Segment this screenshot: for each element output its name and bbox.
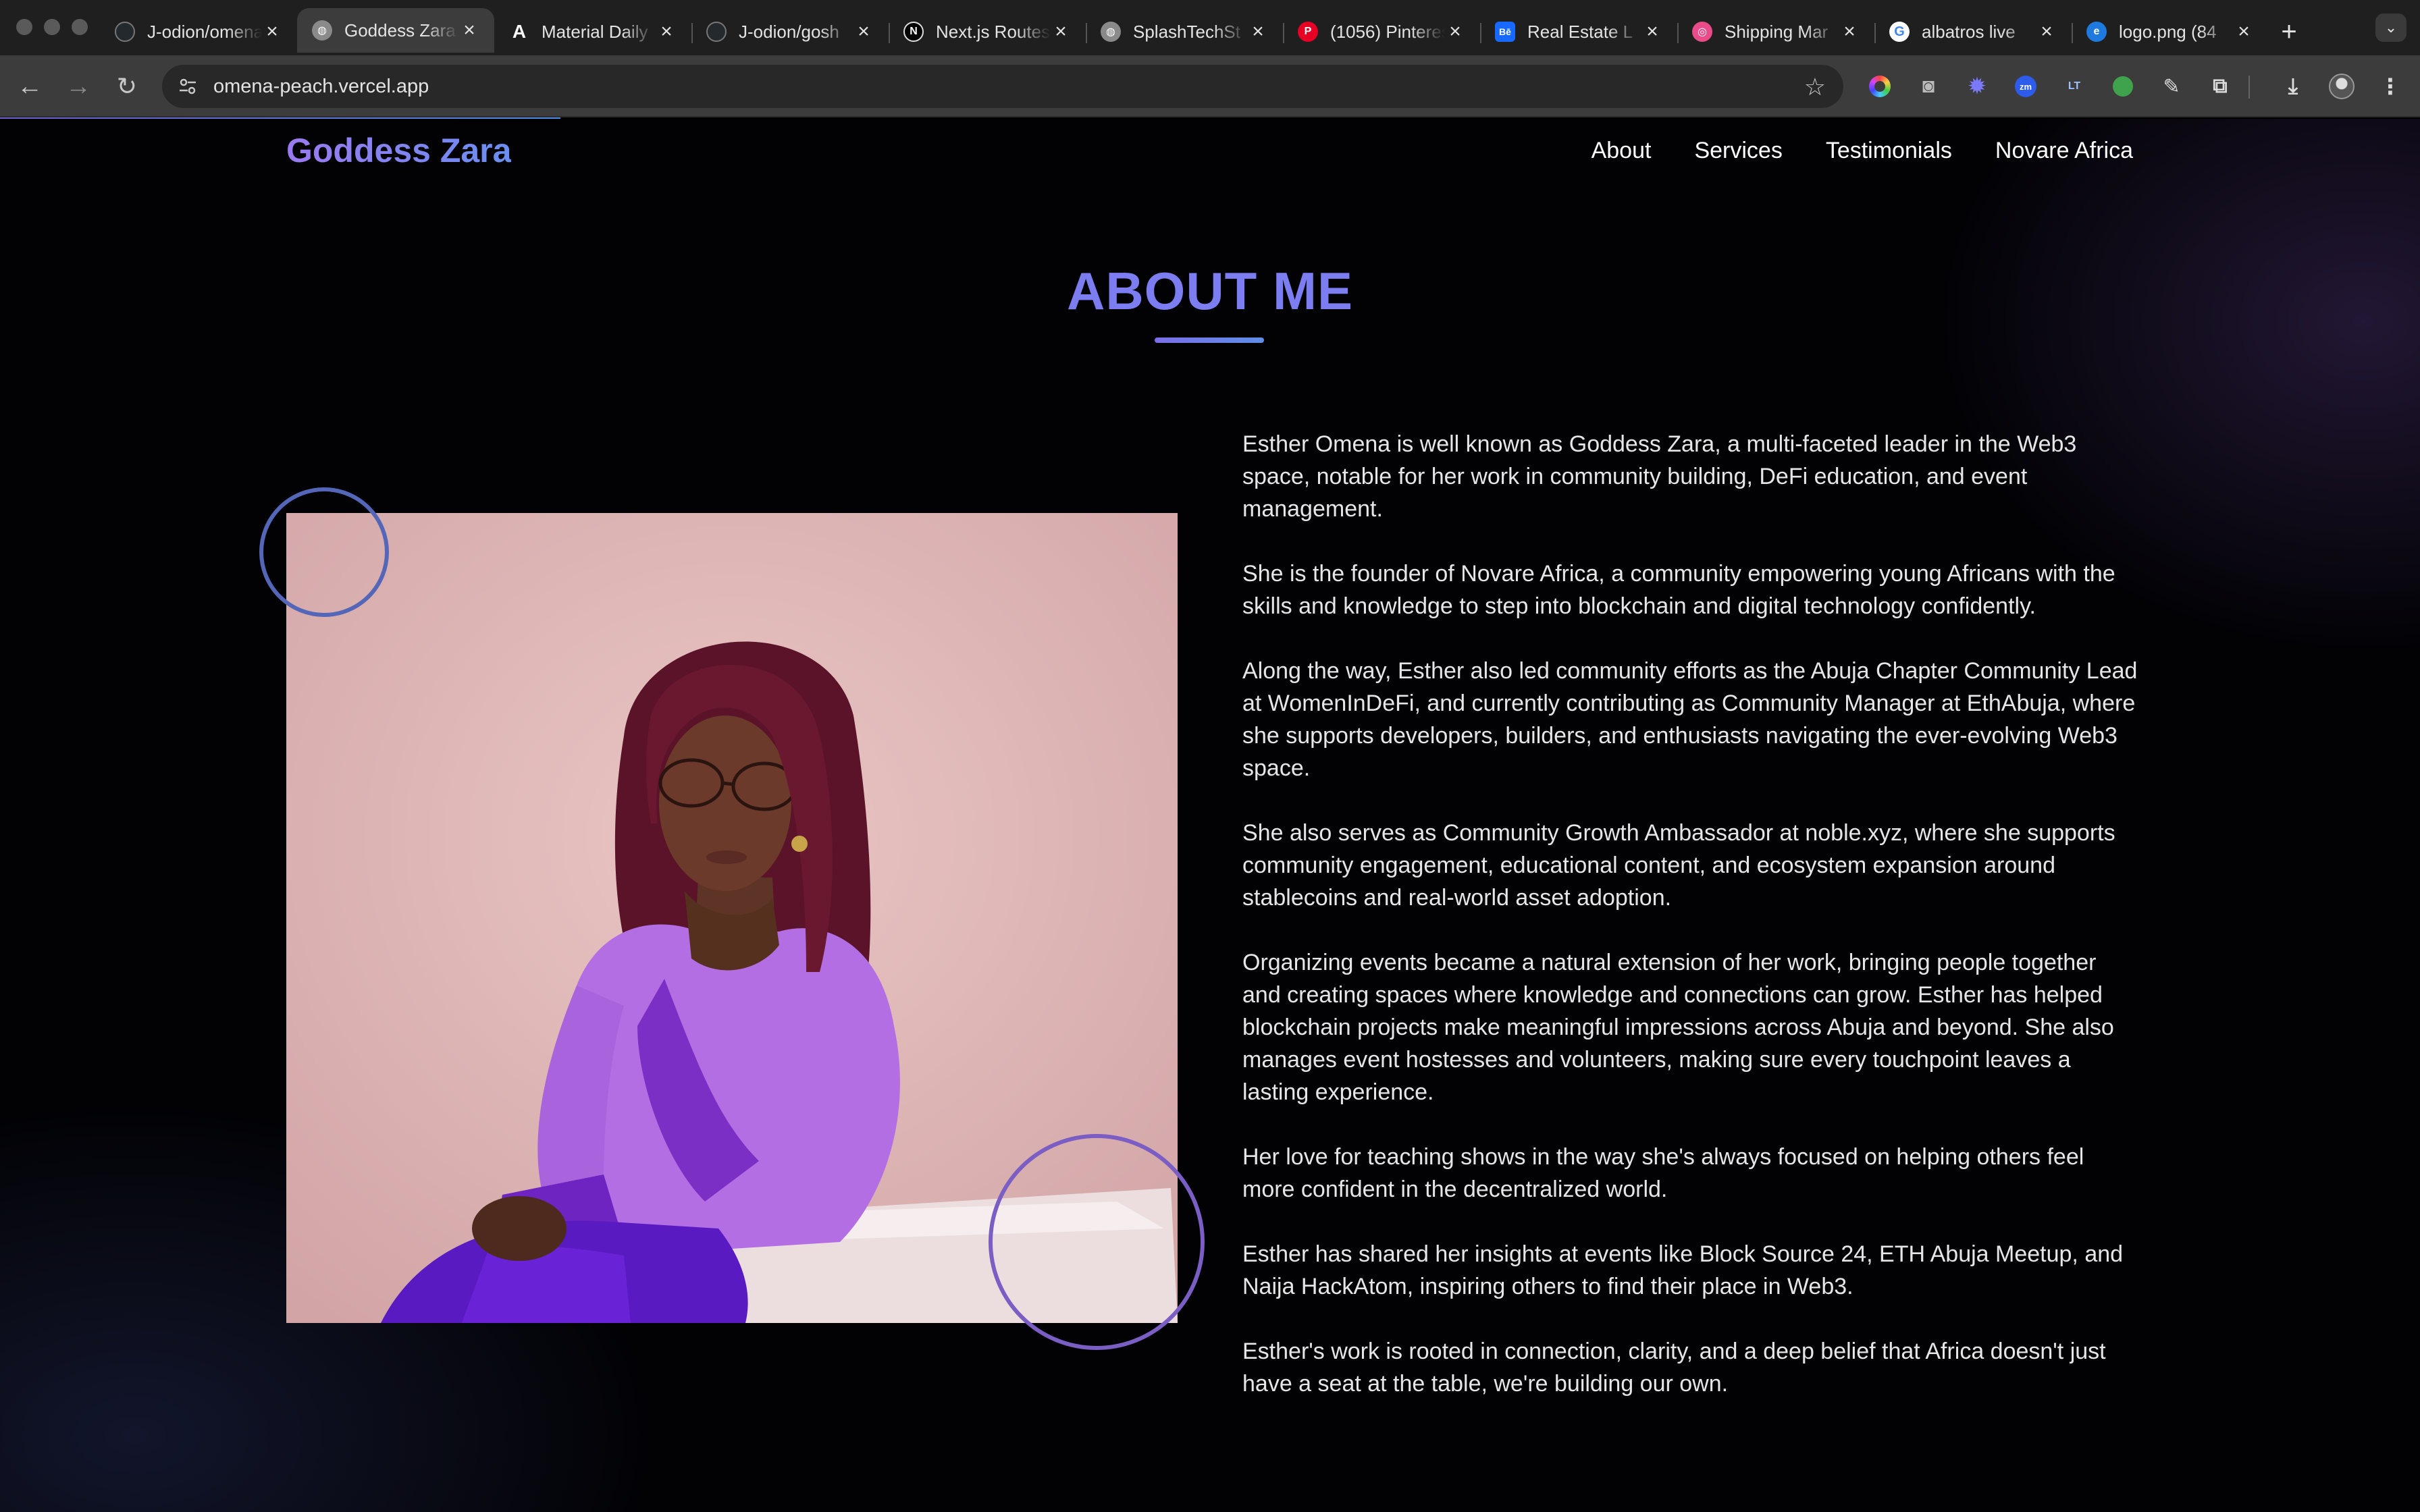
nav-link-services[interactable]: Services — [1694, 138, 1782, 164]
tab-title: Material Daily — [542, 21, 648, 42]
nav-link-about[interactable]: About — [1592, 138, 1652, 164]
globe-icon: ◍ — [1101, 22, 1121, 42]
window-controls — [16, 19, 88, 35]
tab-title: Real Estate L — [1527, 21, 1633, 42]
eyedropper-icon[interactable]: ✎ — [2157, 72, 2186, 101]
tab-title: logo.png (84 — [2119, 21, 2217, 42]
globe-icon: ◍ — [312, 20, 332, 40]
tab-close-icon[interactable]: × — [1839, 20, 1860, 43]
gear-extension-icon[interactable]: ✹ — [1962, 72, 1992, 101]
bio-paragraph: Esther's work is rooted in connection, c… — [1242, 1339, 2106, 1397]
dribbble-icon: ◎ — [1692, 22, 1712, 42]
github-icon — [706, 22, 727, 42]
browser-tab[interactable]: A Material Daily × — [494, 11, 691, 53]
tab-title: Goddess Zara — [344, 20, 456, 40]
puzzle-icon[interactable]: ⧉ — [2205, 72, 2235, 101]
tab-title: SplashTechSt — [1133, 21, 1240, 42]
pinterest-icon: P — [1298, 22, 1318, 42]
bio-paragraph: Esther Omena is well known as Goddess Za… — [1242, 431, 2077, 522]
bio-paragraph: Her love for teaching shows in the way s… — [1242, 1144, 2084, 1202]
bio-paragraph: Organizing events became a natural exten… — [1242, 950, 2114, 1105]
tab-list: J-odion/omena × ◍ Goddess Zara × A Mater… — [100, 8, 2309, 55]
tab-close-icon[interactable]: × — [262, 20, 282, 43]
browser-tab[interactable]: J-odion/gosh × — [691, 11, 889, 53]
reload-button[interactable]: ↻ — [111, 70, 143, 103]
material-daily-icon: A — [512, 21, 527, 42]
bio-paragraph: Along the way, Esther also led community… — [1242, 658, 2138, 781]
decorative-ring-blue — [259, 487, 389, 617]
tab-title: Next.js Routes — [936, 21, 1051, 42]
profile-avatar[interactable] — [2327, 72, 2357, 101]
google-icon: G — [1889, 22, 1910, 42]
browser-toolbar: ← → ↻ omena-peach.vercel.app ☆ ◙ ✹ zm LT… — [0, 55, 2420, 117]
colorpicker-icon[interactable] — [1865, 72, 1895, 101]
toolbar-divider — [2248, 76, 2250, 99]
browser-tab[interactable]: Bē Real Estate L × — [1480, 11, 1677, 53]
new-tab-button[interactable]: + — [2269, 11, 2309, 53]
browser-tab-active[interactable]: ◍ Goddess Zara × — [297, 8, 494, 53]
section-title: ABOUT ME — [1067, 261, 1353, 321]
camera-icon[interactable]: ◙ — [1914, 72, 1943, 101]
forward-button[interactable]: → — [62, 70, 95, 103]
browser-tab-strip: J-odion/omena × ◍ Goddess Zara × A Mater… — [0, 0, 2420, 55]
tab-title: J-odion/omena — [147, 21, 262, 42]
site-header: Goddess Zara About Services Testimonials… — [0, 119, 2420, 184]
site-brand-logo[interactable]: Goddess Zara — [286, 131, 511, 170]
tab-close-icon[interactable]: × — [1445, 20, 1465, 43]
bio-paragraph: Esther has shared her insights at events… — [1242, 1241, 2124, 1299]
tab-close-icon[interactable]: × — [1642, 20, 1662, 43]
tab-title: Shipping Mar — [1725, 21, 1829, 42]
zoom-icon[interactable]: zm — [2011, 72, 2041, 101]
url-text: omena-peach.vercel.app — [213, 75, 429, 97]
title-underline — [1155, 338, 1264, 343]
browser-tab[interactable]: P (1056) Pinterest × — [1283, 11, 1480, 53]
tab-close-icon[interactable]: × — [656, 20, 677, 43]
tab-title: (1056) Pinterest — [1330, 21, 1445, 42]
about-bio: Esther Omena is well known as Goddess Za… — [1242, 428, 2140, 1432]
tab-close-icon[interactable]: × — [1248, 20, 1268, 43]
nav-link-testimonials[interactable]: Testimonials — [1826, 138, 1952, 164]
address-bar[interactable]: omena-peach.vercel.app ☆ — [162, 65, 1843, 108]
behance-icon: Bē — [1495, 22, 1515, 42]
minimize-window-button[interactable] — [44, 19, 60, 35]
tab-title: J-odion/gosh — [739, 21, 839, 42]
browser-tab[interactable]: G albatros live × — [1874, 11, 2072, 53]
browser-tab[interactable]: ◎ Shipping Mar × — [1677, 11, 1874, 53]
edge-icon: e — [2086, 22, 2107, 42]
chevron-down-icon: ⌄ — [2384, 19, 2398, 36]
reload-icon: ↻ — [116, 72, 138, 100]
github-icon — [115, 22, 135, 42]
bio-paragraph: She is the founder of Novare Africa, a c… — [1242, 561, 2115, 619]
tab-title: albatros live — [1922, 21, 2016, 42]
close-window-button[interactable] — [16, 19, 32, 35]
site-nav: About Services Testimonials Novare Afric… — [1592, 138, 2133, 164]
arrow-right-icon: → — [65, 72, 91, 101]
bio-paragraph: She also serves as Community Growth Amba… — [1242, 820, 2115, 911]
web-page: Goddess Zara About Services Testimonials… — [0, 119, 2420, 1512]
android-icon[interactable] — [2108, 72, 2138, 101]
nav-link-novare-africa[interactable]: Novare Africa — [1995, 138, 2133, 164]
browser-tab[interactable]: N Next.js Routes × — [889, 11, 1086, 53]
back-button[interactable]: ← — [14, 70, 46, 103]
nextjs-icon: N — [903, 22, 924, 42]
tab-close-icon[interactable]: × — [853, 20, 874, 43]
download-icon[interactable]: ⤓ — [2278, 72, 2308, 101]
tab-close-icon[interactable]: × — [459, 19, 479, 42]
tune-icon — [180, 78, 196, 94]
site-settings-icon[interactable] — [174, 73, 201, 100]
browser-tab[interactable]: ◍ SplashTechSt × — [1086, 11, 1283, 53]
tab-close-icon[interactable]: × — [1051, 20, 1071, 43]
maximize-window-button[interactable] — [72, 19, 88, 35]
tab-close-icon[interactable]: × — [2234, 20, 2254, 43]
kebab-menu-icon[interactable]: ⋮ — [2375, 72, 2405, 101]
tab-search-button[interactable]: ⌄ — [2375, 14, 2406, 42]
decorative-ring-purple — [989, 1134, 1205, 1350]
lt-icon[interactable]: LT — [2059, 72, 2089, 101]
arrow-left-icon: ← — [17, 72, 43, 101]
browser-tab[interactable]: J-odion/omena × — [100, 11, 297, 53]
browser-tab[interactable]: e logo.png (84 × — [2072, 11, 2269, 53]
tab-close-icon[interactable]: × — [2036, 20, 2057, 43]
bookmark-star-icon[interactable]: ☆ — [1804, 73, 1826, 101]
